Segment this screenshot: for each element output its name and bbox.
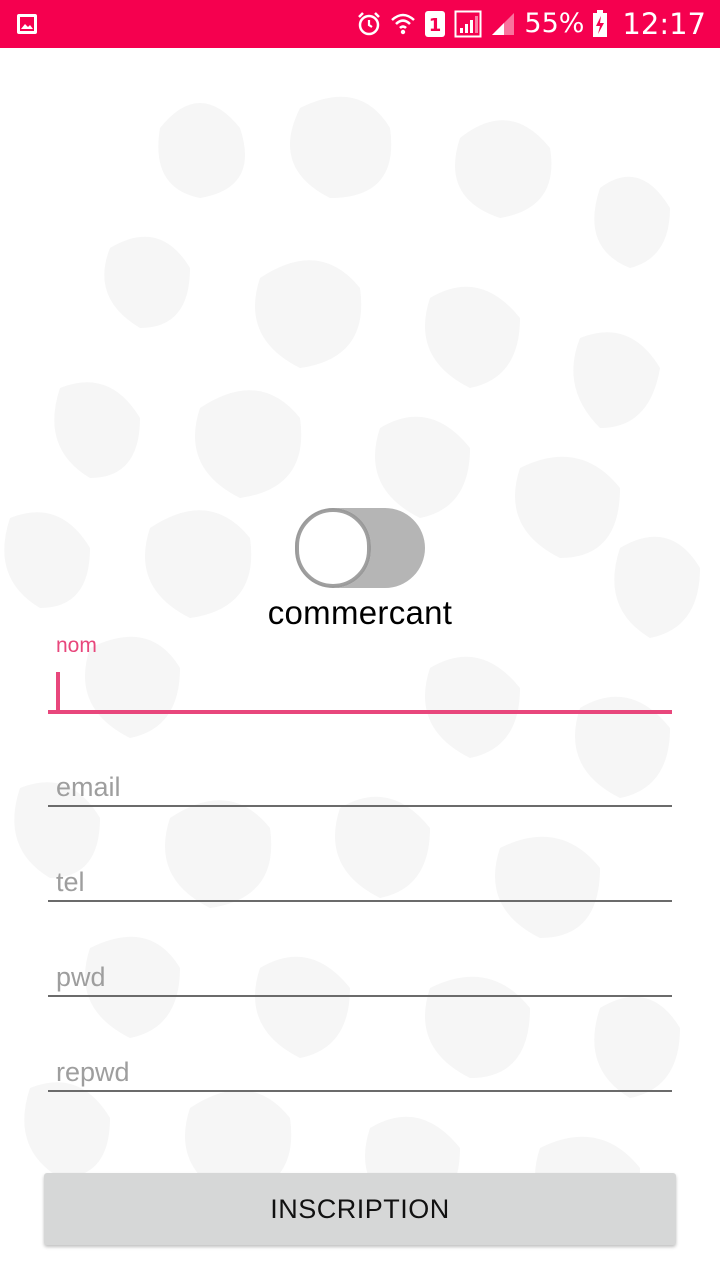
email-field: [48, 760, 672, 812]
tel-underline: [48, 900, 672, 902]
commercant-toggle-group: commercant: [0, 500, 720, 632]
pwd-field: [48, 950, 672, 1002]
nom-underline: [48, 710, 672, 714]
nom-input[interactable]: [48, 664, 672, 714]
email-underline: [48, 805, 672, 807]
nom-field: nom: [48, 634, 672, 716]
pwd-underline: [48, 995, 672, 997]
switch-knob: [295, 508, 371, 588]
commercant-label: commercant: [267, 594, 453, 631]
clock: 12:17: [622, 7, 706, 41]
signal-icon: [490, 11, 516, 37]
battery-charging-icon: [592, 10, 608, 38]
signup-screen: 1 55% 12:17 commercant nom email tel INS…: [0, 0, 720, 1280]
repwd-field: [48, 1045, 672, 1097]
status-bar: 1 55% 12:17: [0, 0, 720, 48]
alarm-icon: [356, 11, 382, 37]
signal-icon: [454, 10, 482, 38]
svg-text:1: 1: [429, 15, 442, 36]
gallery-icon: [16, 13, 38, 35]
sim-icon: 1: [424, 10, 446, 38]
repwd-underline: [48, 1090, 672, 1092]
inscription-button[interactable]: INSCRIPTION: [44, 1173, 676, 1245]
nom-label: nom: [56, 634, 97, 657]
battery-percent: 55%: [524, 8, 585, 39]
wifi-icon: [390, 11, 416, 37]
tel-field: [48, 855, 672, 907]
commercant-switch[interactable]: [295, 500, 425, 588]
